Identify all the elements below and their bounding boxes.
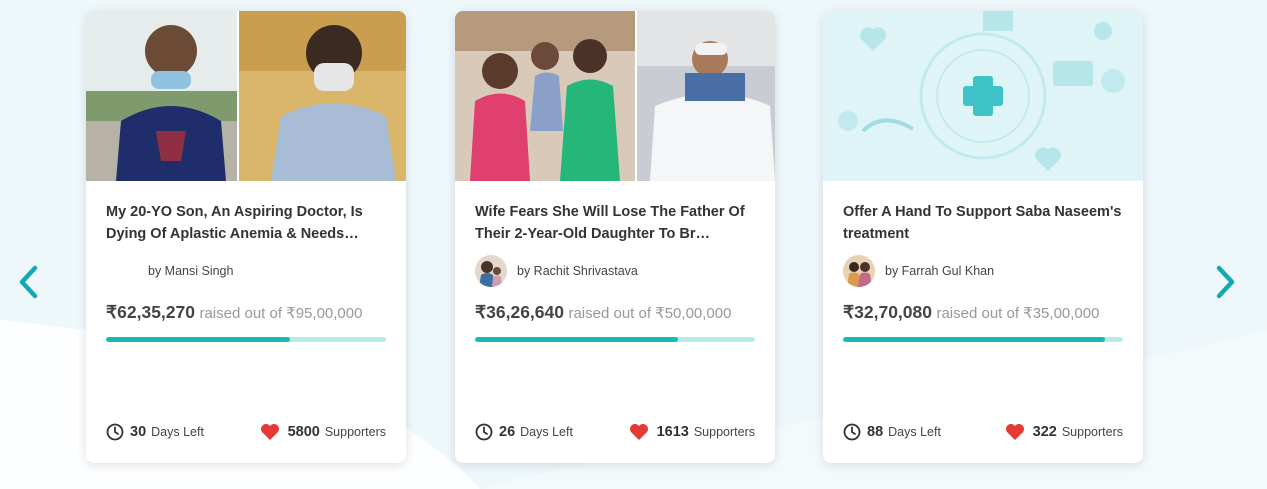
clock-icon bbox=[106, 423, 124, 441]
days-left: 88 Days Left bbox=[843, 423, 941, 441]
author-row: by Mansi Singh bbox=[106, 255, 233, 287]
supporters-label: Supporters bbox=[324, 425, 386, 439]
amount-raised: ₹32,70,080 bbox=[843, 302, 932, 322]
supporters: 322 Supporters bbox=[1005, 423, 1123, 441]
days-left-label: Days Left bbox=[888, 425, 941, 439]
supporters-count: 322 bbox=[1032, 424, 1057, 440]
card-footer: 26 Days Left 1613 Supporters bbox=[475, 421, 755, 443]
amount-raised: ₹36,26,640 bbox=[475, 302, 564, 322]
progress-bar bbox=[843, 337, 1123, 342]
heart-icon bbox=[629, 424, 648, 440]
days-left-count: 30 bbox=[130, 424, 147, 440]
amount-line: ₹62,35,270 raised out of ₹95,00,000 bbox=[106, 302, 362, 323]
author-row: by Farrah Gul Khan bbox=[843, 255, 994, 287]
amount-line: ₹36,26,640 raised out of ₹50,00,000 bbox=[475, 302, 731, 323]
campaign-title[interactable]: Offer A Hand To Support Saba Naseem's tr… bbox=[843, 201, 1123, 245]
author-name: by Rachit Shrivastava bbox=[517, 264, 638, 278]
clock-icon bbox=[475, 423, 493, 441]
progress-fill bbox=[843, 337, 1105, 342]
supporters-label: Supporters bbox=[1061, 425, 1123, 439]
supporters: 1613 Supporters bbox=[629, 423, 755, 441]
days-left-count: 26 bbox=[499, 424, 516, 440]
supporters-count: 5800 bbox=[287, 424, 320, 440]
days-left: 26 Days Left bbox=[475, 423, 573, 441]
campaign-title[interactable]: Wife Fears She Will Lose The Father Of T… bbox=[475, 201, 755, 245]
amount-raised: ₹62,35,270 bbox=[106, 302, 195, 322]
heart-icon bbox=[1005, 424, 1024, 440]
avatar bbox=[106, 255, 138, 287]
author-name: by Farrah Gul Khan bbox=[885, 264, 995, 278]
campaign-photo[interactable] bbox=[86, 11, 406, 181]
chevron-left-icon bbox=[19, 265, 38, 299]
fundraiser-card[interactable]: Offer A Hand To Support Saba Naseem's tr… bbox=[823, 11, 1143, 463]
card-footer: 88 Days Left 322 Supporters bbox=[843, 421, 1123, 443]
campaign-title[interactable]: My 20-YO Son, An Aspiring Doctor, Is Dyi… bbox=[106, 201, 386, 245]
days-left-label: Days Left bbox=[520, 425, 573, 439]
days-left-label: Days Left bbox=[151, 425, 204, 439]
carousel-next-button[interactable] bbox=[1214, 264, 1238, 300]
avatar bbox=[475, 255, 507, 287]
supporters-count: 1613 bbox=[656, 424, 689, 440]
progress-fill bbox=[475, 337, 678, 342]
progress-fill bbox=[106, 337, 290, 342]
amount-line: ₹32,70,080 raised out of ₹35,00,000 bbox=[843, 302, 1099, 323]
campaign-photo[interactable] bbox=[455, 11, 775, 181]
days-left-count: 88 bbox=[867, 424, 884, 440]
heart-icon bbox=[260, 424, 279, 440]
avatar bbox=[843, 255, 875, 287]
progress-bar bbox=[106, 337, 386, 342]
supporters: 5800 Supporters bbox=[260, 423, 386, 441]
author-row: by Rachit Shrivastava bbox=[475, 255, 638, 287]
card-footer: 30 Days Left 5800 Supporters bbox=[106, 421, 386, 443]
clock-icon bbox=[843, 423, 861, 441]
fundraiser-card[interactable]: Wife Fears She Will Lose The Father Of T… bbox=[455, 11, 775, 463]
amount-goal: raised out of ₹50,00,000 bbox=[568, 305, 732, 322]
progress-bar bbox=[475, 337, 755, 342]
author-name: by Mansi Singh bbox=[148, 264, 234, 278]
chevron-right-icon bbox=[1216, 265, 1235, 299]
supporters-label: Supporters bbox=[693, 425, 755, 439]
fundraiser-card[interactable]: My 20-YO Son, An Aspiring Doctor, Is Dyi… bbox=[86, 11, 406, 463]
carousel-prev-button[interactable] bbox=[16, 264, 40, 300]
days-left: 30 Days Left bbox=[106, 423, 204, 441]
campaign-photo[interactable] bbox=[823, 11, 1143, 181]
amount-goal: raised out of ₹35,00,000 bbox=[936, 305, 1100, 322]
amount-goal: raised out of ₹95,00,000 bbox=[199, 305, 363, 322]
